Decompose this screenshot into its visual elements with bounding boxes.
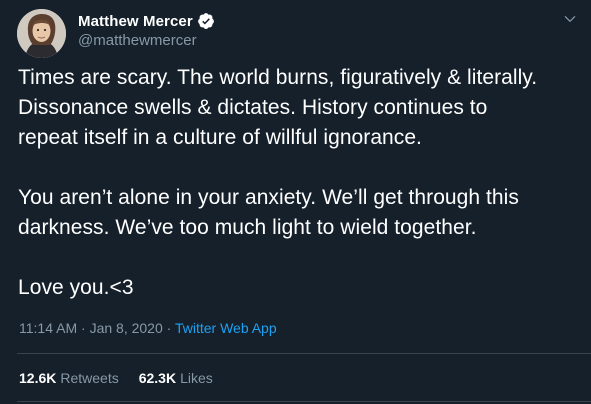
tweet-card: Matthew Mercer @matthewmercer Times are … — [0, 0, 591, 404]
meta-separator: · — [166, 320, 172, 336]
avatar[interactable] — [17, 9, 66, 58]
tweet-paragraph: Love you.<3 — [18, 276, 134, 299]
likes-stat[interactable]: 62.3K Likes — [139, 370, 213, 386]
retweets-stat[interactable]: 12.6K Retweets — [19, 370, 119, 386]
tweet-paragraph: Times are scary. The world burns, figura… — [18, 66, 538, 149]
tweet-date[interactable]: Jan 8, 2020 — [90, 320, 163, 336]
meta-separator: · — [81, 320, 86, 336]
tweet-paragraph: You aren’t alone in your anxiety. We’ll … — [18, 186, 519, 239]
chevron-down-icon[interactable] — [563, 12, 577, 26]
tweet-time[interactable]: 11:14 AM — [19, 320, 77, 336]
retweets-label: Retweets — [60, 370, 119, 386]
likes-label: Likes — [180, 370, 213, 386]
divider — [17, 401, 591, 402]
verified-badge-icon — [197, 13, 214, 29]
tweet-stats: 12.6K Retweets 62.3K Likes — [19, 370, 233, 386]
tweet-source[interactable]: Twitter Web App — [175, 320, 277, 336]
avatar-portrait-icon — [17, 9, 66, 58]
tweet-meta: 11:14 AM · Jan 8, 2020 · Twitter Web App — [19, 320, 277, 336]
display-name[interactable]: Matthew Mercer — [78, 13, 193, 30]
name-row: Matthew Mercer — [78, 11, 215, 31]
likes-count: 62.3K — [138, 370, 177, 386]
divider — [17, 353, 591, 354]
retweets-count: 12.6K — [19, 370, 57, 386]
handle[interactable]: @matthewmercer — [78, 32, 215, 49]
tweet-header: Matthew Mercer @matthewmercer — [17, 8, 577, 58]
tweet-text: Times are scary. The world burns, figura… — [18, 63, 578, 303]
author-info: Matthew Mercer @matthewmercer — [78, 11, 215, 49]
